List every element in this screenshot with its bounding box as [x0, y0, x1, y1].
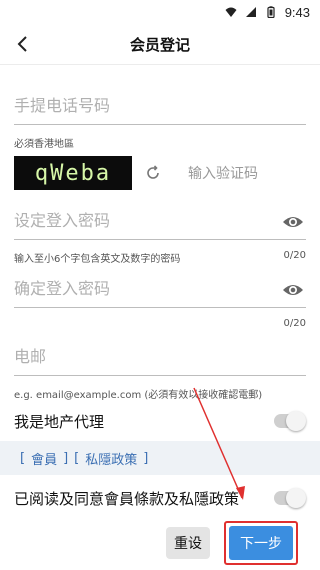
- email-hint: e.g. email@example.com (必須有效以接收確認電郵): [14, 390, 263, 401]
- captcha-image: qWeba: [14, 156, 132, 190]
- confirm-counter-row: 0/20: [14, 318, 306, 330]
- back-arrow-icon: [17, 36, 27, 52]
- links-band: [ 會員 ] [ 私隱政策 ]: [0, 441, 320, 475]
- email-field[interactable]: 电邮: [14, 334, 306, 376]
- agent-toggle-row: 我是地产代理: [14, 401, 306, 441]
- action-buttons: 重设 下一步: [0, 521, 320, 565]
- header-divider: [0, 64, 320, 65]
- status-time: 9:43: [284, 4, 310, 20]
- bracket-open: [: [20, 450, 26, 466]
- agree-label: 已阅读及同意會員條款及私隱政策: [14, 489, 240, 508]
- agent-toggle[interactable]: [274, 411, 306, 431]
- agree-toggle[interactable]: [274, 488, 306, 508]
- page-title: 会员登记: [129, 35, 190, 54]
- app-bar: 会员登记: [0, 24, 320, 64]
- back-button[interactable]: [10, 32, 34, 56]
- status-bar: 9:43: [0, 0, 320, 24]
- next-button[interactable]: 下一步: [229, 526, 293, 560]
- password-hint-row: 输入至小6个字包含英文及数字的密码 0/20: [14, 250, 306, 265]
- password-field[interactable]: 设定登入密码: [14, 198, 306, 240]
- password-counter: 0/20: [283, 250, 306, 261]
- bracket-open: [: [74, 450, 80, 466]
- toggle-knob: [286, 488, 306, 508]
- signal-icon: [245, 7, 256, 17]
- captcha-input[interactable]: 输入验证码: [188, 163, 258, 183]
- agree-toggle-row: 已阅读及同意會員條款及私隱政策: [0, 475, 320, 521]
- phone-field[interactable]: 手提电话号码: [14, 83, 306, 125]
- confirm-password-counter: 0/20: [283, 318, 306, 329]
- email-placeholder: 电邮: [14, 347, 47, 366]
- refresh-icon: [147, 165, 159, 179]
- registration-form: 手提电话号码 必須香港地區 qWeba 输入验证码 设定登入密码 输入至小6个字…: [0, 83, 320, 441]
- phone-hint: 必須香港地區: [14, 139, 74, 150]
- eye-icon[interactable]: [282, 214, 304, 230]
- agent-label: 我是地产代理: [14, 412, 105, 431]
- wifi-icon: [225, 7, 237, 17]
- password-hint: 输入至小6个字包含英文及数字的密码: [14, 254, 181, 265]
- refresh-captcha-button[interactable]: [142, 162, 164, 184]
- reset-button[interactable]: 重设: [166, 527, 210, 559]
- eye-icon[interactable]: [282, 282, 304, 298]
- confirm-password-placeholder: 确定登入密码: [14, 279, 111, 298]
- toggle-knob: [286, 411, 306, 431]
- bracket-close: ]: [63, 450, 69, 466]
- next-button-highlight: 下一步: [224, 521, 298, 565]
- battery-icon: [267, 6, 275, 18]
- captcha-row: qWeba 输入验证码: [14, 156, 306, 190]
- privacy-policy-link[interactable]: 私隱政策: [85, 449, 137, 468]
- bracket-close: ]: [143, 450, 149, 466]
- phone-placeholder: 手提电话号码: [14, 96, 111, 115]
- confirm-password-field[interactable]: 确定登入密码: [14, 266, 306, 308]
- password-placeholder: 设定登入密码: [14, 211, 111, 230]
- member-terms-link[interactable]: 會員: [31, 449, 57, 468]
